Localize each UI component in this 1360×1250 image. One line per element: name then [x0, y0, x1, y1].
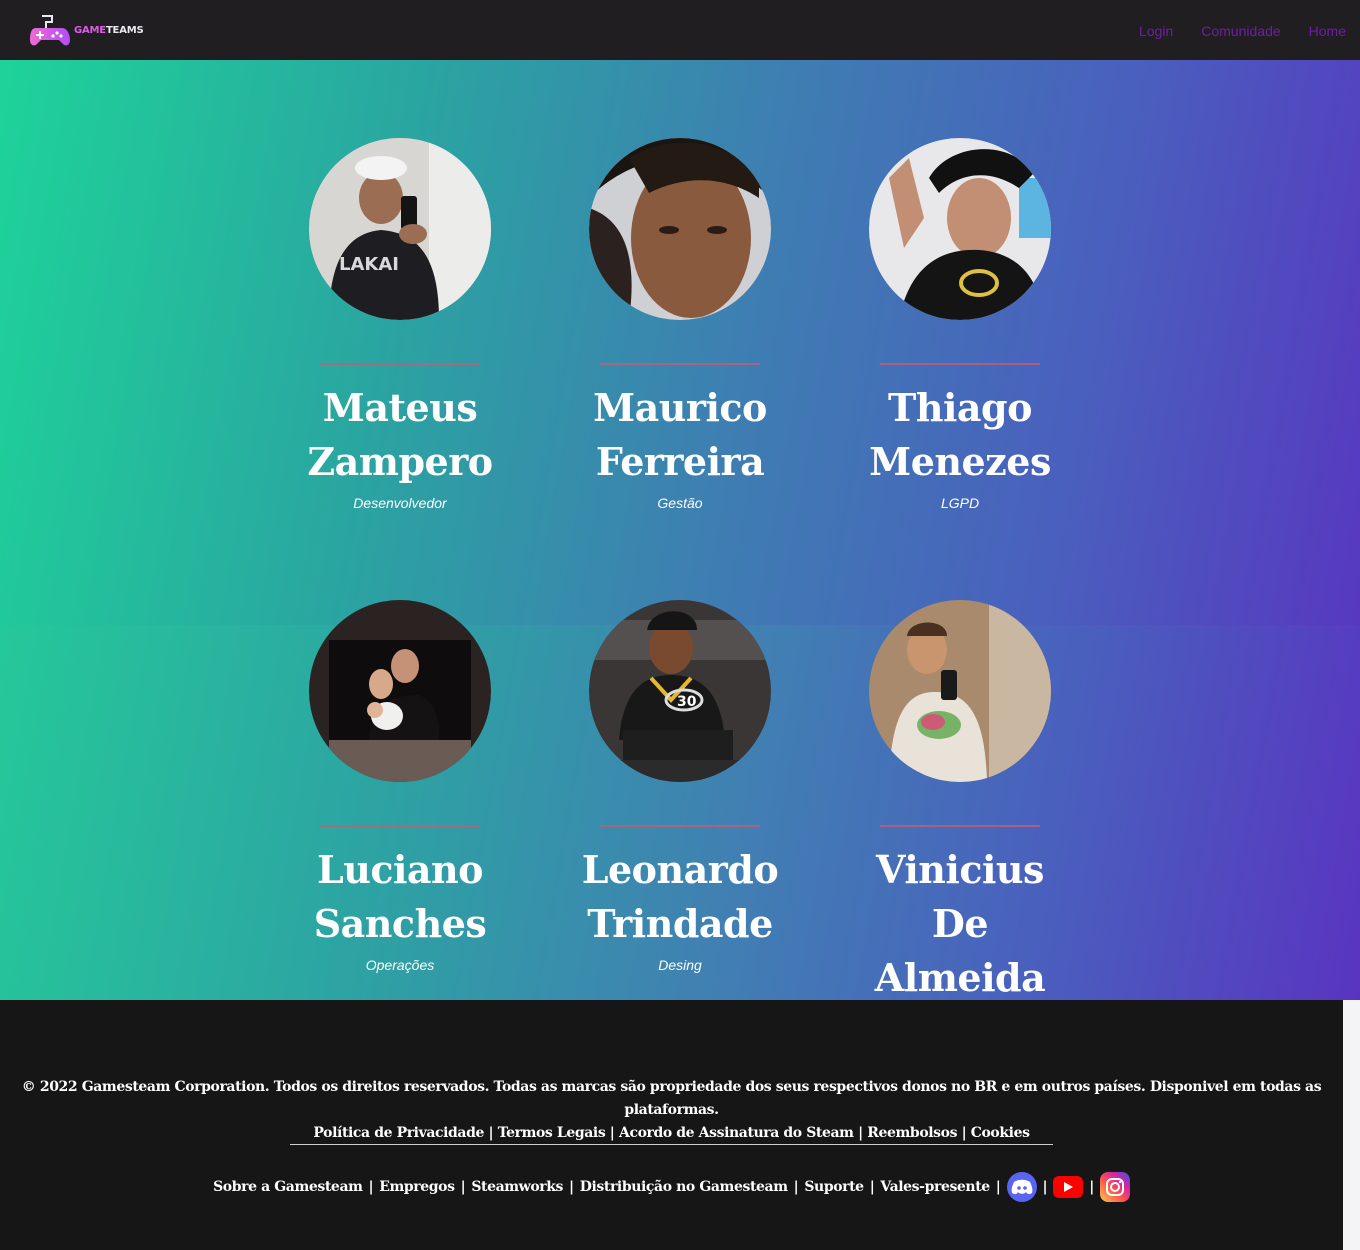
refunds-link[interactable]: Reembolsos [867, 1125, 957, 1141]
team-card: Thiago Menezes LGPD [860, 138, 1060, 511]
separator: | [569, 1179, 574, 1195]
svg-text:LAKAI: LAKAI [339, 254, 399, 275]
card-divider [600, 363, 760, 365]
avatar-photo [309, 600, 491, 782]
copyright-text: © 2022 Gamesteam Corporation. Todos os d… [21, 1079, 1322, 1118]
jobs-link[interactable]: Empregos [379, 1179, 455, 1195]
steamworks-link[interactable]: Steamworks [471, 1179, 563, 1195]
member-name: Thiago Menezes [860, 381, 1060, 489]
discord-icon[interactable] [1006, 1172, 1037, 1202]
distribution-link[interactable]: Distribuição no Gamesteam [580, 1179, 788, 1195]
avatar-photo [869, 138, 1051, 320]
separator: | [1089, 1179, 1094, 1195]
avatar [869, 600, 1051, 782]
team-card: Maurico Ferreira Gestão [580, 138, 780, 511]
separator: | [609, 1125, 615, 1141]
card-divider [320, 363, 480, 365]
subscriber-agreement-link[interactable]: Acordo de Assinatura do Steam [619, 1125, 854, 1141]
member-first-name: Maurico [593, 385, 767, 430]
team-card: 30 Leonardo Trindade Desing [580, 600, 780, 973]
member-name: Vinicius De Almeida [860, 843, 1060, 1005]
team-card: Luciano Sanches Operações [300, 600, 500, 973]
member-name: Luciano Sanches [300, 843, 500, 951]
card-divider [880, 825, 1040, 827]
member-last-name: Trindade [587, 901, 773, 946]
instagram-icon[interactable] [1099, 1172, 1130, 1202]
member-last-name: Sanches [313, 901, 487, 946]
separator: | [793, 1179, 799, 1195]
footer-divider [290, 1144, 1053, 1145]
svg-text:30: 30 [677, 694, 697, 710]
member-last-name: Zampero [307, 439, 493, 484]
avatar [869, 138, 1051, 320]
separator: | [1042, 1179, 1048, 1195]
avatar-photo [869, 600, 1051, 782]
member-first-name: Vinicius De [876, 847, 1044, 946]
separator: | [995, 1179, 1001, 1195]
member-first-name: Thiago [888, 385, 1032, 430]
avatar-photo [589, 138, 771, 320]
member-role: LGPD [940, 495, 980, 511]
separator: | [858, 1125, 863, 1141]
member-first-name: Mateus [322, 385, 478, 430]
separator: | [961, 1125, 967, 1141]
footer-bottom-links: Sobre a Gamesteam | Empregos | Steamwork… [0, 1172, 1343, 1202]
member-last-name: Almeida [874, 955, 1046, 1000]
member-name: Leonardo Trindade [580, 843, 780, 951]
avatar [589, 138, 771, 320]
top-navbar: GAMETEAMS Login Comunidade Home [0, 0, 1360, 60]
avatar-photo: LAKAI [309, 138, 491, 320]
member-role: Gestão [657, 495, 703, 511]
nav-login-link[interactable]: Login [1139, 23, 1173, 39]
footer-copyright: © 2022 Gamesteam Corporation. Todos os d… [0, 1076, 1343, 1145]
member-last-name: Ferreira [595, 439, 765, 484]
nav-home-link[interactable]: Home [1309, 23, 1346, 39]
member-first-name: Leonardo [581, 847, 779, 892]
footer: © 2022 Gamesteam Corporation. Todos os d… [0, 1000, 1343, 1250]
separator: | [869, 1179, 875, 1195]
gift-cards-link[interactable]: Vales-presente [880, 1179, 990, 1195]
youtube-icon[interactable] [1053, 1176, 1084, 1198]
team-section: LAKAI Mateus Zampero Desenvolvedor Mauric… [0, 60, 1360, 1027]
member-last-name: Menezes [869, 439, 1051, 484]
member-role: Desing [658, 957, 702, 973]
nav-links: Login Comunidade Home [1139, 23, 1346, 39]
logo-text-game: GAME [74, 24, 106, 36]
legal-links: Política de Privacidade | Termos Legais … [0, 1122, 1343, 1145]
avatar: LAKAI [309, 138, 491, 320]
team-card: Vinicius DeAlmeida Desing [860, 600, 1060, 1027]
avatar [309, 600, 491, 782]
avatar: 30 [589, 600, 771, 782]
logo-text: GAMETEAMS [74, 24, 144, 36]
legal-terms-link[interactable]: Termos Legais [498, 1125, 606, 1141]
nav-comunidade-link[interactable]: Comunidade [1201, 23, 1280, 39]
member-role: Desenvolvedor [353, 495, 447, 511]
team-card: LAKAI Mateus Zampero Desenvolvedor [300, 138, 500, 511]
member-name: Mateus Zampero [300, 381, 500, 489]
member-role: Operações [365, 957, 435, 973]
gameteams-logo[interactable]: GAMETEAMS [28, 10, 144, 50]
scrollbar-track[interactable] [1343, 1000, 1360, 1250]
about-link[interactable]: Sobre a Gamesteam [213, 1179, 363, 1195]
card-divider [600, 825, 760, 827]
member-first-name: Luciano [316, 847, 484, 892]
privacy-policy-link[interactable]: Política de Privacidade [313, 1125, 484, 1141]
separator: | [460, 1179, 466, 1195]
logo-text-teams: TEAMS [105, 24, 144, 36]
card-divider [320, 825, 480, 827]
member-name: Maurico Ferreira [580, 381, 780, 489]
card-divider [880, 363, 1040, 365]
avatar-photo: 30 [589, 600, 771, 782]
cookies-link[interactable]: Cookies [971, 1125, 1030, 1141]
separator: | [368, 1179, 374, 1195]
gamepad-icon [30, 15, 70, 46]
support-link[interactable]: Suporte [804, 1179, 864, 1195]
separator: | [488, 1125, 494, 1141]
